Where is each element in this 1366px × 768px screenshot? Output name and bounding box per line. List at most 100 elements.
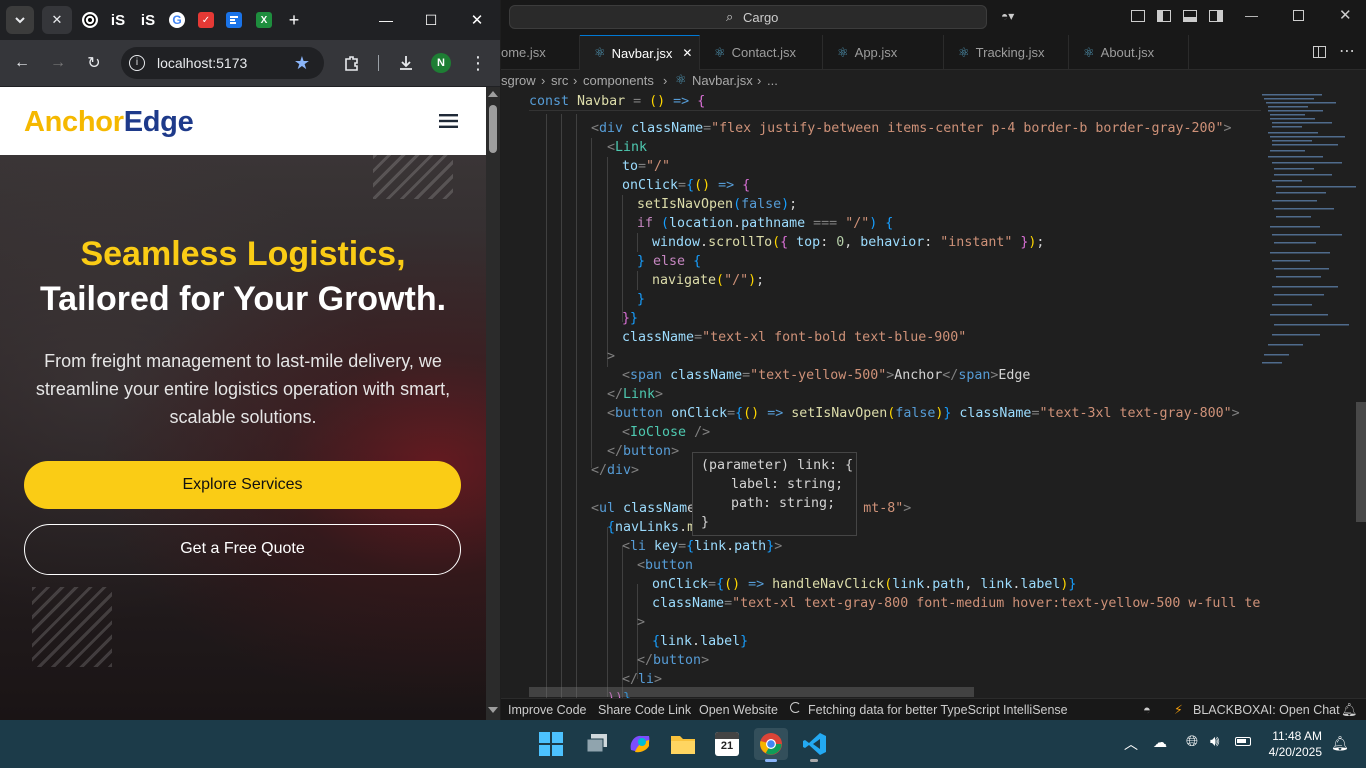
hero-stripe-pattern-bottom bbox=[32, 587, 112, 667]
notification-bell-icon[interactable]: 🔔︎ bbox=[1331, 735, 1349, 752]
code-line: <li key={link.path}> bbox=[622, 539, 783, 554]
hamburger-menu-button[interactable] bbox=[439, 113, 458, 129]
browser-menu-button[interactable]: ⋮ bbox=[467, 52, 489, 74]
volume-icon[interactable]: 🔊︎ bbox=[1210, 733, 1219, 750]
tab-favicon-openai[interactable] bbox=[82, 12, 98, 28]
scroll-down-arrow-icon[interactable] bbox=[488, 707, 498, 713]
code-line: if (location.pathname === "/") { bbox=[637, 216, 894, 231]
vscode-close-button[interactable]: ✕ bbox=[1339, 6, 1352, 24]
breadcrumb-src[interactable]: src bbox=[551, 73, 568, 88]
breadcrumb-file[interactable]: Navbar.jsx bbox=[692, 73, 753, 88]
browser-window: ✕ iS iS G ✓ X + — ☐ ✕ ← → ↻ i localhost:… bbox=[0, 0, 500, 720]
tab-favicon-sheets[interactable]: X bbox=[256, 12, 272, 28]
sticky-scroll-line[interactable]: const Navbar = () => { bbox=[529, 92, 1261, 111]
reload-button[interactable]: ↻ bbox=[83, 52, 105, 74]
tab-search-button[interactable] bbox=[6, 6, 34, 34]
split-editor-button[interactable] bbox=[1313, 46, 1326, 58]
battery-icon[interactable] bbox=[1235, 737, 1251, 746]
breadcrumb-components[interactable]: components bbox=[583, 73, 654, 88]
site-logo[interactable]: AnchorEdge bbox=[24, 106, 194, 139]
logo-edge-text: Edge bbox=[123, 106, 194, 138]
code-line: <Link bbox=[607, 140, 648, 155]
breadcrumb: sgrow › src › components › ⚛ Navbar.jsx … bbox=[501, 70, 1366, 92]
window-minimize-button[interactable]: — bbox=[378, 12, 394, 28]
tab-app-jsx[interactable]: ⚛ App.jsx bbox=[823, 35, 944, 70]
tab-favicon-forms[interactable] bbox=[226, 12, 242, 28]
copilot-icon: ◓▾ bbox=[1001, 9, 1015, 23]
network-globe-icon[interactable]: 🌐︎ bbox=[1186, 733, 1198, 750]
free-quote-button[interactable]: Get a Free Quote bbox=[24, 524, 461, 575]
copilot-taskbar-button[interactable] bbox=[623, 728, 657, 760]
tab-label: Tracking.jsx bbox=[975, 45, 1045, 60]
active-tab-close-button[interactable]: ✕ bbox=[42, 6, 72, 34]
share-code-link-button[interactable]: Share Code Link bbox=[598, 703, 691, 717]
back-button[interactable]: ← bbox=[11, 52, 33, 74]
code-line: </button> bbox=[607, 444, 680, 459]
tab-about-jsx[interactable]: ⚛ About.jsx bbox=[1069, 35, 1189, 70]
toggle-panel-button[interactable] bbox=[1183, 10, 1197, 22]
show-hidden-icons-button[interactable]: ︿ bbox=[1124, 734, 1138, 754]
tab-contact-jsx[interactable]: ⚛ Contact.jsx bbox=[700, 35, 823, 70]
more-vertical-icon: ⋮ bbox=[469, 52, 487, 73]
hover-line: (parameter) link: { bbox=[701, 458, 854, 473]
menu-icon bbox=[439, 114, 458, 128]
code-editor[interactable]: const Navbar = () => { <div className="f… bbox=[501, 92, 1261, 698]
browser-scrollbar[interactable] bbox=[486, 87, 500, 720]
profile-avatar[interactable]: N bbox=[431, 53, 451, 73]
window-maximize-button[interactable]: ☐ bbox=[423, 12, 439, 28]
hero-title-line2: Tailored for Your Growth. bbox=[39, 280, 447, 318]
customize-layout-button[interactable] bbox=[1131, 10, 1145, 22]
tab-favicon-app[interactable]: ✓ bbox=[198, 12, 214, 28]
toggle-secondary-sidebar-button[interactable] bbox=[1209, 10, 1223, 22]
close-icon[interactable]: ✕ bbox=[682, 46, 692, 60]
breadcrumb-root[interactable]: sgrow bbox=[501, 73, 536, 88]
forward-button[interactable]: → bbox=[47, 52, 69, 74]
tab-favicon-google[interactable]: G bbox=[169, 12, 185, 28]
tab-label: App.jsx bbox=[854, 45, 898, 60]
tab-home-jsx[interactable]: ome.jsx bbox=[501, 35, 580, 70]
bookmark-star-button[interactable]: ★ bbox=[291, 52, 313, 74]
tab-navbar-jsx[interactable]: ⚛ Navbar.jsx ✕ bbox=[580, 35, 700, 70]
tab-tracking-jsx[interactable]: ⚛ Tracking.jsx bbox=[944, 35, 1069, 70]
copilot-status-icon[interactable]: ◓ bbox=[1143, 702, 1151, 717]
hero-subtitle: From freight management to last-mile del… bbox=[35, 351, 451, 427]
horizontal-scrollbar-thumb[interactable] bbox=[529, 687, 974, 697]
vertical-scrollbar-thumb[interactable] bbox=[1356, 402, 1366, 522]
notifications-bell-icon[interactable]: 🔔︎ bbox=[1341, 702, 1358, 718]
tab-label: Contact.jsx bbox=[731, 45, 796, 60]
window-close-button[interactable]: ✕ bbox=[469, 12, 485, 29]
start-button[interactable] bbox=[534, 728, 568, 760]
minimap[interactable] bbox=[1258, 92, 1358, 698]
clock-time[interactable]: 11:48 AM bbox=[1262, 729, 1322, 743]
vscode-maximize-button[interactable] bbox=[1293, 10, 1304, 21]
hover-line: label: string; bbox=[731, 477, 844, 492]
tab-label: Navbar.jsx bbox=[611, 45, 673, 61]
cloud-sync-icon[interactable]: ☁ bbox=[1153, 734, 1167, 751]
vscode-minimize-button[interactable]: — bbox=[1245, 8, 1258, 23]
chrome-taskbar-button[interactable] bbox=[754, 728, 788, 760]
calendar-app-button[interactable]: 21 bbox=[710, 728, 744, 760]
open-website-button[interactable]: Open Website bbox=[699, 703, 778, 717]
command-center-search[interactable]: ⌕ Cargo bbox=[509, 5, 987, 29]
breadcrumb-symbol[interactable]: ... bbox=[767, 73, 778, 88]
toggle-sidebar-button[interactable] bbox=[1157, 10, 1171, 22]
downloads-button[interactable] bbox=[395, 52, 417, 74]
tab-favicon-is-2[interactable]: iS bbox=[140, 12, 156, 29]
file-explorer-button[interactable] bbox=[666, 728, 700, 760]
more-actions-button[interactable]: ⋯ bbox=[1339, 41, 1355, 61]
new-tab-button[interactable]: + bbox=[286, 10, 302, 30]
extensions-button[interactable] bbox=[341, 52, 363, 74]
blackbox-chat-button[interactable]: BLACKBOXAI: Open Chat bbox=[1193, 703, 1340, 717]
task-view-button[interactable] bbox=[580, 728, 614, 760]
vscode-taskbar-button[interactable] bbox=[798, 728, 832, 760]
code-line: className="text-xl text-gray-800 font-me… bbox=[652, 596, 1261, 611]
vertical-scrollbar[interactable] bbox=[1356, 92, 1366, 698]
explore-services-button[interactable]: Explore Services bbox=[24, 461, 461, 509]
scroll-up-arrow-icon[interactable] bbox=[488, 91, 498, 97]
tab-favicon-is-1[interactable]: iS bbox=[110, 12, 126, 29]
scrollbar-thumb[interactable] bbox=[489, 105, 497, 153]
copilot-button[interactable]: ◓▾ bbox=[1001, 9, 1029, 25]
clock-date[interactable]: 4/20/2025 bbox=[1262, 745, 1322, 759]
site-info-icon[interactable]: i bbox=[129, 55, 145, 71]
improve-code-button[interactable]: Improve Code bbox=[508, 703, 587, 717]
